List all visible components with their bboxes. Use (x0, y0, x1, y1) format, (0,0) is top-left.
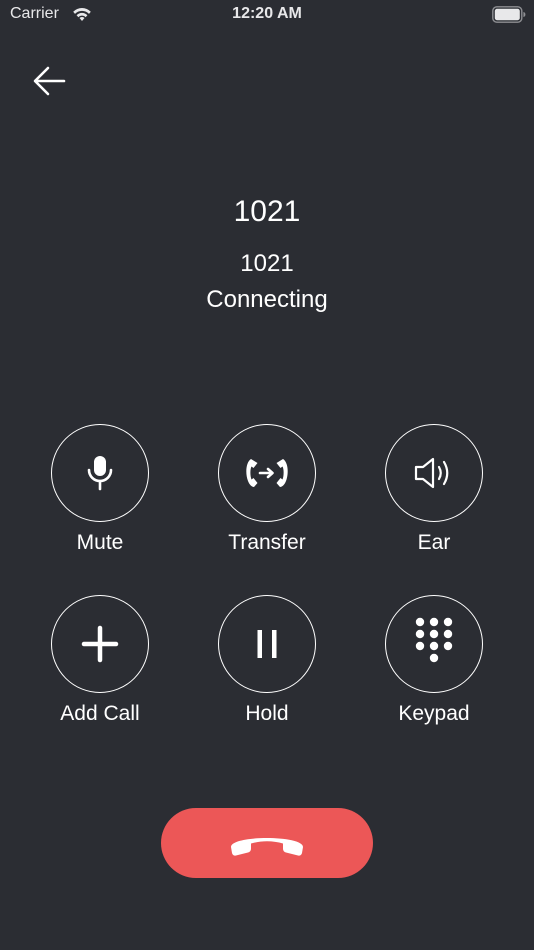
call-status: Connecting (206, 286, 328, 313)
keypad-action: Keypad (364, 595, 504, 735)
caller-name: 1021 (233, 195, 301, 228)
status-time: 12:20 AM (232, 5, 302, 22)
transfer-icon (246, 459, 288, 487)
ear-button[interactable] (385, 424, 483, 522)
keypad-button[interactable] (385, 595, 483, 693)
status-bar: Carrier 12:20 AM (0, 0, 534, 30)
phone-hangup-icon (231, 838, 303, 856)
back-button[interactable] (28, 60, 72, 104)
transfer-button[interactable] (218, 424, 316, 522)
hold-button[interactable] (218, 595, 316, 693)
pause-icon (257, 630, 277, 658)
keypad-label: Keypad (398, 702, 470, 725)
plus-icon (81, 625, 119, 663)
hold-label: Hold (245, 702, 289, 725)
caller-number: 1021 (240, 250, 294, 277)
add-call-action: Add Call (30, 595, 170, 735)
mute-button[interactable] (51, 424, 149, 522)
transfer-label: Transfer (228, 531, 306, 554)
add-call-button[interactable] (51, 595, 149, 693)
microphone-icon (87, 456, 113, 491)
ear-label: Ear (417, 531, 451, 554)
arrow-left-icon (33, 66, 66, 96)
hold-action: Hold (197, 595, 337, 735)
battery-icon (492, 6, 526, 23)
ear-action: Ear (364, 424, 504, 564)
transfer-action: Transfer (197, 424, 337, 564)
keypad-icon (415, 617, 453, 663)
mute-action: Mute (30, 424, 170, 564)
speaker-icon (414, 457, 449, 489)
end-call-button[interactable] (161, 808, 373, 878)
mute-label: Mute (76, 531, 124, 554)
add-call-label: Add Call (60, 702, 140, 725)
